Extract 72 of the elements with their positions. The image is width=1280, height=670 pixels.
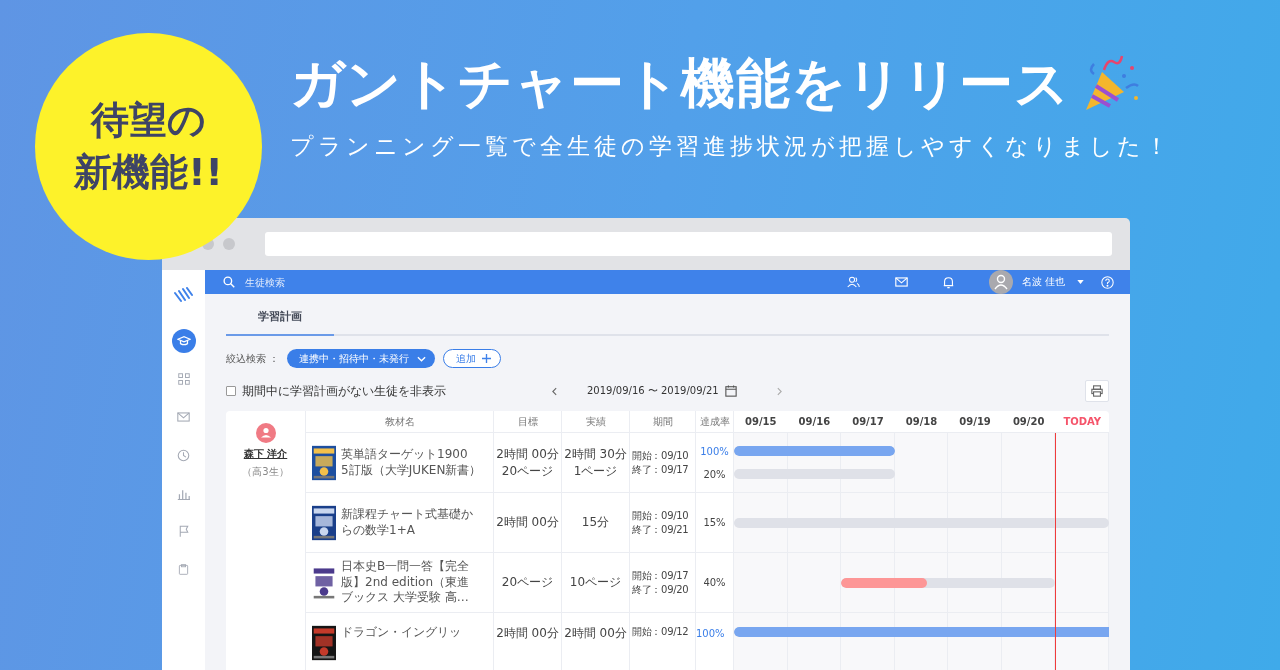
- period-cell: 開始：09/10 終了：09/21: [630, 493, 696, 552]
- search-icon: [223, 276, 235, 288]
- student-avatar-icon: [255, 423, 276, 443]
- material-title: 英単語ターゲット1900 5訂版（大学JUKEN新書）: [341, 446, 482, 479]
- result-cell: 10ページ: [562, 553, 630, 612]
- period-cell: 開始：09/10 終了：09/17: [630, 433, 696, 492]
- avatar-icon[interactable]: [988, 270, 1013, 294]
- day-header: TODAY: [1062, 415, 1103, 429]
- help-icon[interactable]: [1101, 275, 1114, 289]
- student-name-link[interactable]: 森下 洋介: [243, 447, 288, 461]
- badge-text: 待望の: [91, 97, 206, 145]
- goal-cell: 20ページ: [494, 553, 562, 612]
- logo-icon: [173, 287, 194, 303]
- badge-text: 新機能!!: [74, 148, 223, 196]
- day-header: 09/20: [1011, 415, 1046, 429]
- calendar-icon[interactable]: [724, 385, 737, 397]
- goal-cell: 2時間 00分 20ページ: [494, 433, 562, 492]
- chevron-down-icon: [417, 355, 427, 362]
- caret-icon[interactable]: [1077, 280, 1084, 284]
- plus-icon: [482, 354, 492, 363]
- goal-cell: 2時間 00分: [494, 613, 562, 670]
- graduation-cap-icon: [176, 334, 191, 348]
- search-field[interactable]: 生徒検索: [245, 276, 365, 288]
- material-title: 日本史B一問一答【完全 版】2nd edition（東進 ブックス 大学受験 高…: [341, 559, 470, 606]
- headline: ガントチャート機能をリリース: [290, 52, 1070, 117]
- day-header: 09/19: [958, 415, 992, 429]
- day-header: 09/15: [744, 415, 778, 429]
- sidebar-item[interactable]: [171, 329, 196, 353]
- clipboard-icon: [178, 562, 189, 576]
- result-cell: 2時間 00分: [562, 613, 630, 670]
- flag-icon: [177, 524, 190, 538]
- column-header: 目標: [494, 411, 562, 432]
- achievement-rate: 100%: [696, 627, 725, 640]
- hide-students-checkbox[interactable]: 期間中に学習計画がない生徒を非表示: [226, 382, 552, 400]
- date-range: 2019/09/16 〜 2019/09/21: [587, 384, 719, 398]
- print-button[interactable]: [1085, 380, 1109, 402]
- filter-label: 絞込検索 ：: [226, 351, 280, 366]
- day-header: 09/18: [904, 415, 939, 429]
- next-icon[interactable]: [776, 386, 782, 396]
- grid-icon: [177, 373, 190, 385]
- material-title: 新課程チャート式基礎か らの数学1+A: [341, 506, 473, 539]
- period-cell: 開始：09/17 終了：09/20: [630, 553, 696, 612]
- period-cell: 開始：09/12: [630, 613, 696, 670]
- bell-icon[interactable]: [942, 275, 954, 289]
- checkbox[interactable]: [226, 386, 236, 396]
- status-filter-dropdown[interactable]: 連携中・招待中・未発行: [287, 349, 436, 368]
- previous-icon[interactable]: [552, 386, 557, 396]
- subheadline: プランニング一覧で全生徒の学習進捗状況が把握しやすくなりました！: [290, 131, 1173, 161]
- day-header: 09/17: [851, 415, 885, 429]
- printer-icon: [1091, 385, 1103, 397]
- column-header: 実績: [562, 411, 630, 432]
- column-header: 達成率: [696, 411, 734, 432]
- column-header: 期間: [630, 411, 696, 432]
- clock-icon: [177, 448, 190, 462]
- achievement-rate: 40%: [703, 576, 726, 589]
- people-icon[interactable]: [846, 276, 860, 288]
- day-header: 09/16: [797, 415, 832, 429]
- column-header: 教材名: [306, 411, 494, 432]
- achievement-rate: 15%: [703, 516, 726, 529]
- tab[interactable]: 学習計画: [226, 294, 334, 336]
- mail-icon: [177, 412, 190, 422]
- student-grade: （高3生）: [242, 465, 289, 479]
- achievement-rate: 100%: [700, 444, 729, 458]
- mail-icon[interactable]: [894, 277, 908, 287]
- result-cell: 15分: [562, 493, 630, 552]
- achievement-rate: 20%: [703, 467, 726, 481]
- result-cell: 2時間 30分 1ページ: [562, 433, 630, 492]
- user-name[interactable]: 名波 佳也: [1021, 275, 1065, 289]
- window-dot: [223, 238, 235, 250]
- add-button[interactable]: 追加: [443, 349, 502, 368]
- goal-cell: 2時間 00分: [494, 493, 562, 552]
- material-title: ドラゴン・イングリッ: [341, 625, 461, 641]
